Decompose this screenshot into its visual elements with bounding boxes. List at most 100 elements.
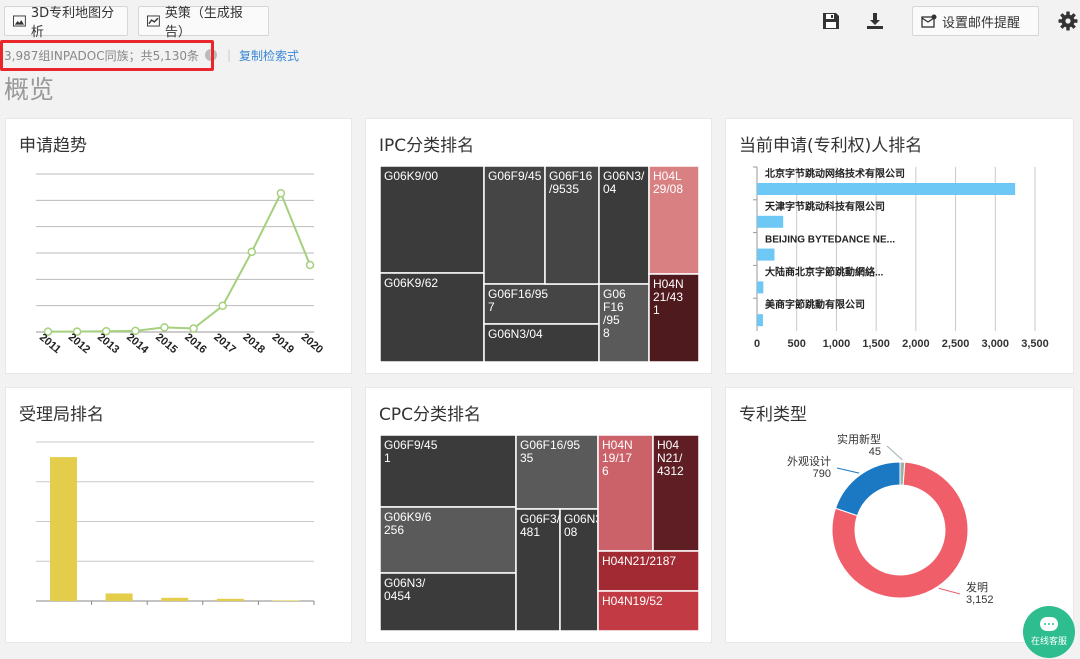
treemap-label: 8 bbox=[603, 326, 610, 340]
treemap-label: 0454 bbox=[384, 589, 411, 603]
leader-line bbox=[836, 467, 860, 474]
bar bbox=[272, 600, 300, 601]
x-tick-label: 500 bbox=[788, 338, 806, 350]
x-tick-label: 3,000 bbox=[982, 338, 1010, 350]
ipc-treemap: G06K9/00G06K9/62G06F9/45G06F16/957G06N3/… bbox=[379, 165, 700, 363]
map-3d-button[interactable]: 3D专利地图分析 bbox=[4, 6, 128, 40]
treemap-label: /9535 bbox=[549, 182, 579, 196]
x-tick-label: 2017 bbox=[211, 331, 237, 356]
bar bbox=[757, 183, 1016, 195]
trend-point bbox=[218, 301, 227, 311]
chat-icon bbox=[1040, 617, 1058, 631]
chart-icon bbox=[147, 15, 160, 27]
treemap-label: 08 bbox=[564, 525, 578, 539]
treemap-label: G06F9/45 bbox=[384, 438, 438, 452]
bar bbox=[216, 598, 244, 601]
x-tick-label: 2020 bbox=[299, 331, 325, 356]
treemap-label: G06N3/ bbox=[384, 576, 426, 590]
treemap-label: /95 bbox=[603, 313, 620, 327]
slice-value: 3,152 bbox=[966, 594, 994, 606]
x-tick-label: 2,500 bbox=[942, 338, 970, 350]
trend-point bbox=[305, 260, 315, 270]
treemap-label: H04N bbox=[653, 277, 684, 291]
bar bbox=[105, 593, 133, 601]
cpc-card: CPC分类排名 G06F9/45 1 G06K9/6 256 G06N3/0454 G06… bbox=[365, 387, 712, 643]
x-tick-label: 2,000 bbox=[902, 338, 930, 350]
copy-query-link[interactable]: 复制检索式 bbox=[239, 47, 299, 64]
treemap-label: H04N bbox=[602, 438, 633, 452]
report-label: 英策（生成报告） bbox=[164, 6, 243, 40]
x-tick-label: 2012 bbox=[66, 331, 92, 356]
category-label: 北京字节跳动网络技术有限公司 bbox=[765, 167, 905, 180]
x-tick-label: 1,500 bbox=[862, 338, 890, 350]
treemap-label: G06F16/95 bbox=[520, 438, 580, 452]
bar bbox=[757, 215, 784, 228]
online-service-button[interactable]: 在线客服 bbox=[1023, 606, 1075, 658]
treemap-label: G06N3/ bbox=[603, 169, 645, 183]
treemap-label: H04 bbox=[657, 438, 679, 452]
type-card: 专利类型 实用新型 45 发明 3,152 外观设计 790 bbox=[725, 387, 1074, 643]
x-tick-label: 2016 bbox=[182, 331, 208, 356]
treemap-label: 481 bbox=[520, 525, 540, 539]
applicant-chart: 0 500 1,000 1,500 2,000 2,500 3,000 3,500 北京字节跳动… bbox=[753, 166, 1049, 350]
treemap-label: 35 bbox=[520, 451, 534, 465]
mail-alert-label: 设置邮件提醒 bbox=[942, 15, 1021, 31]
trend-point bbox=[276, 189, 286, 198]
treemap-label: 29/08 bbox=[653, 182, 683, 196]
mail-alert-icon bbox=[921, 14, 937, 28]
x-tick-label: 2013 bbox=[95, 331, 121, 356]
trend-point bbox=[247, 247, 257, 257]
slice-value: 45 bbox=[869, 446, 881, 458]
treemap-label: G06K9/6 bbox=[384, 510, 432, 524]
treemap-label: H04L bbox=[653, 169, 682, 183]
treemap-label: G06F16/95 bbox=[488, 287, 548, 301]
category-label: 美商字節跳動有限公司 bbox=[765, 298, 865, 311]
treemap-label: 19/17 bbox=[602, 451, 632, 465]
download-icon[interactable] bbox=[864, 10, 886, 32]
map-3d-label: 3D专利地图分析 bbox=[30, 6, 115, 40]
divider: | bbox=[226, 48, 232, 62]
x-tick-label: 1,000 bbox=[823, 338, 851, 350]
trend-line bbox=[48, 190, 311, 333]
treemap-cell bbox=[483, 165, 546, 285]
treemap-label: G06F16 bbox=[549, 169, 593, 183]
x-tick-label: 0 bbox=[754, 338, 760, 350]
bar bbox=[757, 248, 775, 261]
save-icon[interactable] bbox=[820, 10, 842, 32]
trend-card: 申请趋势 2011 2012 2013 2014 2015 2016 2017 2018 201… bbox=[5, 118, 352, 374]
treemap-label: G06F3/ bbox=[520, 512, 561, 526]
trend-chart: 2011 2012 2013 2014 2015 2016 2017 2018 2019 2020 bbox=[36, 173, 325, 357]
leader-line bbox=[886, 445, 903, 461]
x-tick-label: 2018 bbox=[240, 331, 266, 356]
category-label: BEIJING BYTEDANCE NE... bbox=[765, 235, 895, 246]
x-tick-label: 2014 bbox=[124, 331, 151, 356]
treemap-label: 7 bbox=[488, 300, 495, 314]
category-label: 天津字节跳动科技有限公司 bbox=[765, 200, 885, 213]
office-card: 受理局排名 bbox=[5, 387, 352, 643]
treemap-label: H04N19/52 bbox=[602, 594, 663, 608]
x-tick-label: 3,500 bbox=[1021, 338, 1049, 350]
treemap-label: H04N21/2187 bbox=[602, 554, 676, 568]
page-title: 概览 bbox=[4, 75, 55, 104]
treemap-label: G06 bbox=[603, 287, 626, 301]
leader-line bbox=[938, 587, 961, 595]
bar bbox=[161, 597, 189, 601]
category-label: 大陆商北京字節跳動網絡... bbox=[765, 265, 884, 278]
treemap-label: G06K9/00 bbox=[384, 169, 438, 183]
ipc-card: IPC分类排名 G06K9/00 G06K9/62 G06F9/45 G06F16/9… bbox=[365, 118, 712, 374]
x-tick-label: 2011 bbox=[37, 331, 63, 356]
treemap-label: F16 bbox=[603, 300, 624, 314]
treemap-label: G06F9/45 bbox=[488, 169, 542, 183]
type-donut: 实用新型45 发明3,152 外观设计790 bbox=[787, 432, 994, 606]
treemap-label: 1 bbox=[384, 451, 391, 465]
slice-label: 实用新型 bbox=[837, 432, 881, 446]
treemap-label: 4312 bbox=[657, 464, 684, 478]
report-button[interactable]: 英策（生成报告） bbox=[138, 6, 269, 40]
cpc-treemap: G06F9/451 G06K9/6256 G06N3/0454 G06F16/9535… bbox=[379, 434, 700, 632]
treemap-label: 04 bbox=[603, 182, 617, 196]
mail-alert-button[interactable]: 设置邮件提醒 bbox=[912, 6, 1039, 36]
gear-icon[interactable] bbox=[1057, 10, 1079, 32]
x-tick-label: 2015 bbox=[153, 331, 179, 356]
treemap-label: N21/ bbox=[657, 451, 683, 465]
slice-value: 790 bbox=[813, 468, 831, 480]
